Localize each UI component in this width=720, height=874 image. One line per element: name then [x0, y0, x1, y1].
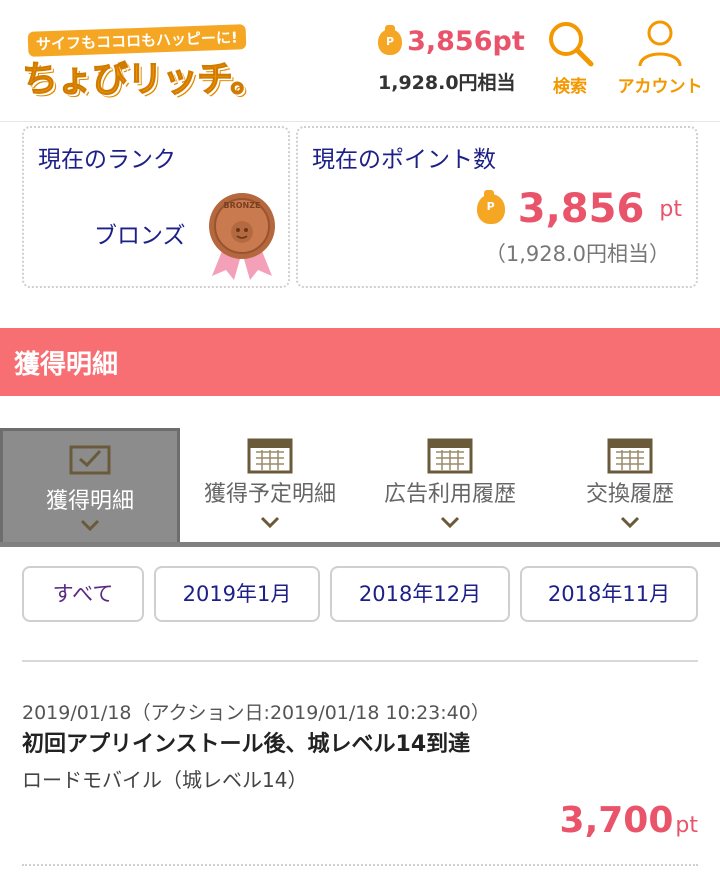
current-points-unit: pt — [659, 196, 682, 222]
chevron-down-icon — [80, 519, 100, 531]
entry-points-unit: pt — [675, 813, 698, 838]
calendar-icon — [247, 438, 293, 474]
header-points-yen: 1,928.0円相当 — [378, 72, 516, 94]
bronze-medal-icon: BRONZE — [209, 193, 275, 280]
tab-scheduled-label: 獲得予定明細 — [203, 482, 336, 507]
current-points-yen: （1,928.0円相当） — [484, 242, 670, 266]
entry-title: 初回アプリインストール後、城レベル14到達 — [22, 732, 471, 757]
filter-2018-12-button[interactable]: 2018年12月 — [330, 566, 510, 622]
medal-text: BRONZE — [223, 201, 260, 210]
filter-all-button[interactable]: すべて — [22, 566, 144, 622]
tab-earned-label: 獲得明細 — [45, 489, 134, 514]
tab-exchange-label: 交換履歴 — [585, 482, 674, 507]
coin-bag-icon — [476, 190, 505, 224]
logo-wordmark: ちょびリッチ。 — [21, 59, 266, 101]
tab-scheduled[interactable]: 獲得予定明細 — [180, 428, 360, 542]
chevron-down-icon — [620, 516, 640, 528]
tab-ad-usage-label: 広告利用履歴 — [383, 482, 516, 507]
filter-2019-01-button[interactable]: 2019年1月 — [154, 566, 320, 622]
tab-underline — [0, 542, 720, 547]
section-header: 獲得明細 — [0, 328, 720, 396]
header-points[interactable]: 3,856pt — [378, 24, 528, 57]
entry-date: 2019/01/18（アクション日:2019/01/18 10:23:40） — [22, 702, 490, 724]
search-label: 検索 — [553, 77, 587, 97]
chobirich-logo[interactable]: サイフもココロもハッピーに! ちょびリッチ。 — [21, 20, 267, 101]
app-header: サイフもココロもハッピーに! ちょびリッチ。 3,856pt 1,928.0円相… — [0, 0, 720, 122]
calendar-icon — [607, 438, 653, 474]
rank-card-title: 現在のランク — [38, 147, 176, 173]
search-icon — [549, 22, 594, 67]
divider — [22, 864, 698, 866]
tab-exchange[interactable]: 交換履歴 — [540, 428, 720, 542]
header-points-value: 3,856pt — [407, 26, 525, 57]
entry-points: 3,700pt — [560, 800, 698, 841]
rank-card: 現在のランク ブロンズ BRONZE — [22, 126, 290, 288]
current-points: 3,856 pt — [476, 186, 682, 232]
section-title: 獲得明細 — [14, 350, 119, 380]
history-tabs: 獲得明細 獲得予定明細 広告利用履歴 交換履歴 — [0, 428, 720, 547]
divider — [22, 660, 698, 662]
tab-ad-usage[interactable]: 広告利用履歴 — [360, 428, 540, 542]
account-label: アカウント — [617, 77, 703, 97]
filter-2018-11-button[interactable]: 2018年11月 — [520, 566, 698, 622]
envelope-check-icon — [69, 445, 111, 475]
chevron-down-icon — [440, 516, 460, 528]
point-card-title: 現在のポイント数 — [312, 147, 496, 173]
account-icon — [638, 20, 682, 67]
current-points-value: 3,856 — [517, 186, 645, 232]
point-card: 現在のポイント数 3,856 pt （1,928.0円相当） — [296, 126, 698, 288]
chevron-down-icon — [260, 516, 280, 528]
calendar-icon — [427, 438, 473, 474]
account-button[interactable]: アカウント — [612, 18, 708, 97]
entry-points-value: 3,700 — [559, 800, 674, 841]
entry-subtitle: ロードモバイル（城レベル14） — [22, 768, 308, 792]
rank-name: ブロンズ — [94, 223, 186, 249]
search-button[interactable]: 検索 — [540, 18, 600, 97]
tab-earned[interactable]: 獲得明細 — [0, 428, 180, 542]
coin-bag-icon — [378, 24, 402, 55]
